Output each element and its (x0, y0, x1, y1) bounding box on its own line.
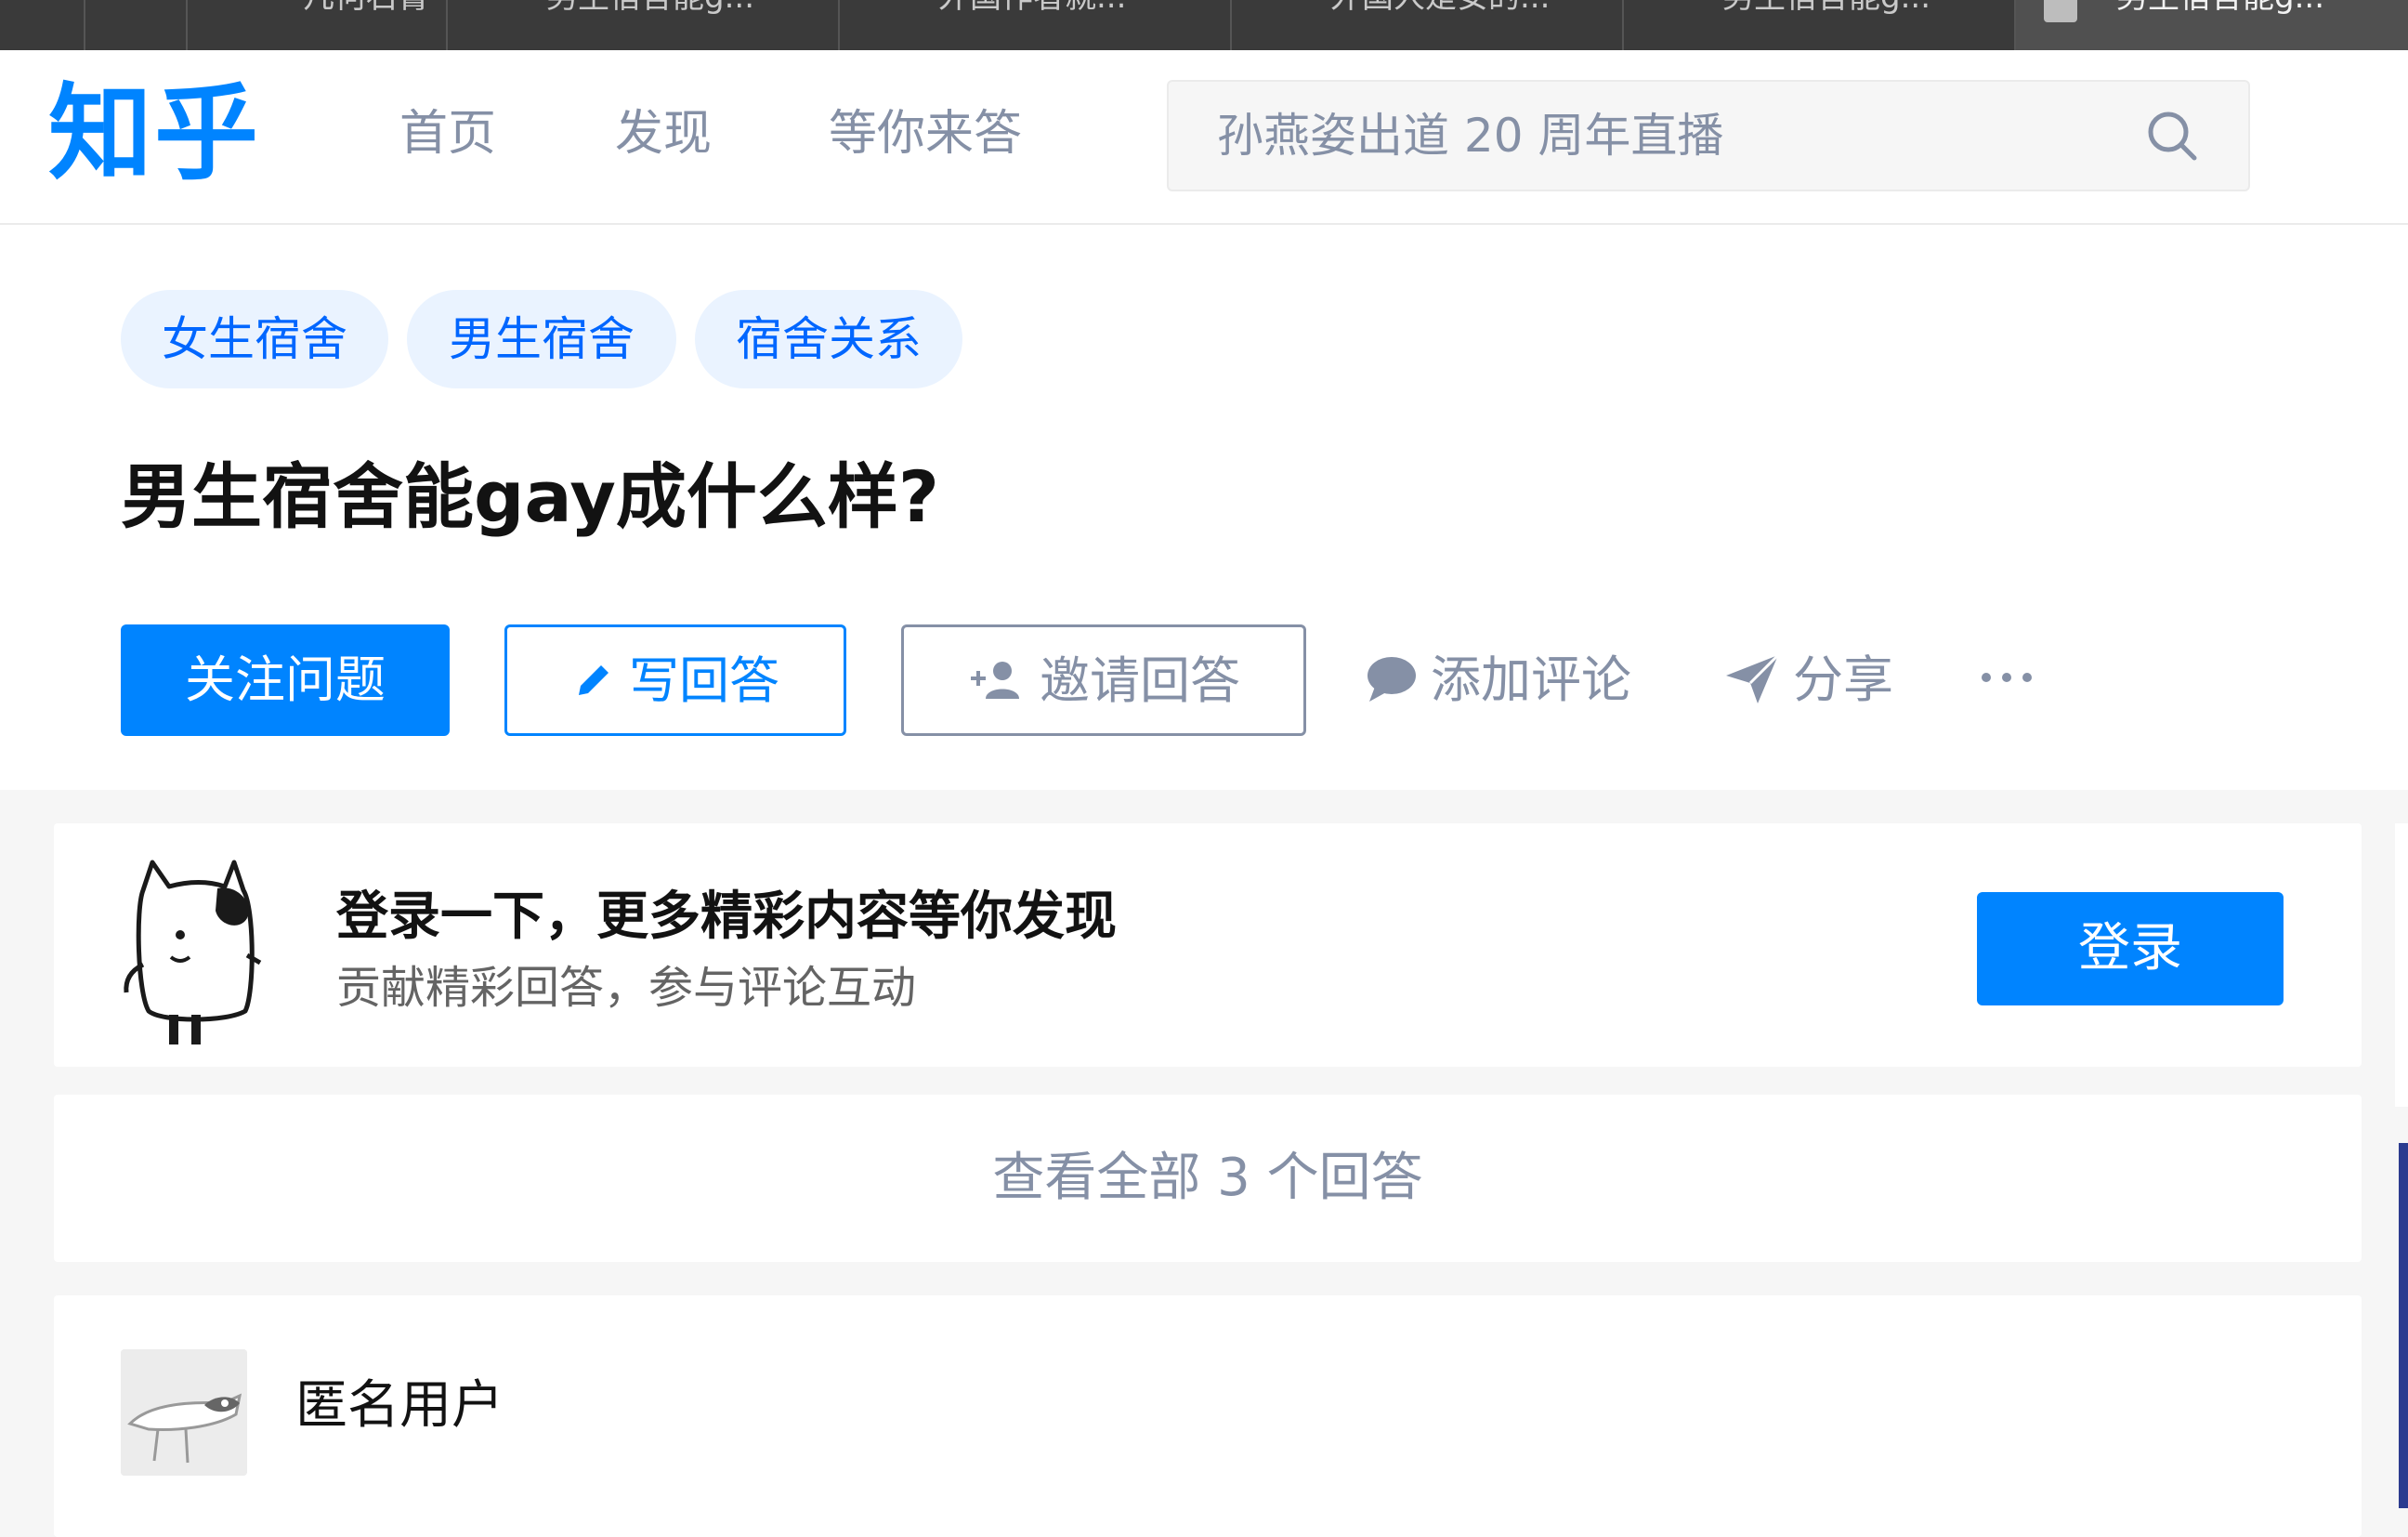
answer-card: 匿名用户 (54, 1295, 2362, 1537)
question-header: 女生宿舍 男生宿舍 宿舍关系 男生宿舍能gay成什么样? 关注问题 写回答 邀请… (0, 225, 2408, 790)
mascot-illustration (124, 860, 262, 1044)
view-all-answers-link[interactable]: 查看全部 3 个回答 (54, 1095, 2362, 1262)
login-prompt-title: 登录一下，更多精彩内容等你发现 (336, 887, 1117, 947)
nav-home[interactable]: 首页 (399, 104, 496, 164)
paper-plane-icon (1726, 654, 1780, 704)
browser-tab[interactable] (84, 0, 188, 50)
site-header: 知乎 首页 发现 等你来答 孙燕姿出道 20 周年直播 (0, 50, 2408, 225)
write-answer-button[interactable]: 写回答 (504, 624, 846, 736)
write-answer-label: 写回答 (629, 651, 779, 710)
add-user-icon (971, 662, 1019, 700)
anonymous-avatar-icon (121, 1349, 247, 1476)
browser-tab-label: 几何石膏 (188, 0, 448, 22)
question-title: 男生宿舍能gay成什么样? (121, 455, 939, 538)
share-label: 分享 (1793, 650, 1893, 709)
browser-tab[interactable]: 男生宿舍能g... (446, 0, 840, 50)
search-input[interactable]: 孙燕姿出道 20 周年直播 (1217, 82, 1723, 190)
comment-bubble-icon (1368, 657, 1416, 703)
browser-tab-active[interactable]: 男生宿舍能g... (2014, 0, 2408, 50)
avatar[interactable] (121, 1349, 247, 1476)
pencil-icon (579, 665, 609, 696)
invite-answer-label: 邀请回答 (1040, 651, 1240, 710)
topic-tag[interactable]: 宿舍关系 (695, 290, 962, 388)
browser-tab[interactable]: 外国人是安的... (1230, 0, 1624, 50)
search-box[interactable]: 孙燕姿出道 20 周年直播 (1167, 80, 2250, 191)
login-prompt-card: 登录一下，更多精彩内容等你发现 贡献精彩回答，参与评论互动 登录 (54, 823, 2362, 1067)
search-icon[interactable] (2146, 110, 2198, 162)
browser-tab[interactable]: 男生宿舍能g... (1622, 0, 2016, 50)
topic-tag[interactable]: 女生宿舍 (121, 290, 388, 388)
browser-tab-label: 男生宿舍能g... (448, 0, 840, 22)
add-comment-button[interactable]: 添加评论 (1366, 624, 1631, 736)
share-button[interactable]: 分享 (1724, 624, 1893, 736)
login-button[interactable]: 登录 (1977, 892, 2284, 1005)
add-comment-label: 添加评论 (1431, 650, 1631, 709)
zhihu-logo[interactable]: 知乎 (48, 69, 260, 199)
browser-tab-label: 外国人是安的... (1232, 0, 1624, 22)
browser-tab[interactable]: 外国作者就... (838, 0, 1232, 50)
follow-question-button[interactable]: 关注问题 (121, 624, 450, 736)
sidebar-edge (2395, 823, 2408, 1107)
tab-close-icon[interactable] (2044, 0, 2077, 22)
nav-discover[interactable]: 发现 (615, 104, 712, 164)
browser-tab-label: 外国作者就... (840, 0, 1232, 22)
login-prompt-subtitle: 贡献精彩回答，参与评论互动 (336, 962, 917, 1014)
topic-tag[interactable]: 男生宿舍 (407, 290, 676, 388)
more-options-icon[interactable] (1979, 663, 2035, 691)
nav-waiting-answers[interactable]: 等你来答 (829, 104, 1022, 164)
invite-answer-button[interactable]: 邀请回答 (901, 624, 1306, 736)
browser-tab[interactable]: 几何石膏 (186, 0, 448, 50)
browser-tab-label: 男生宿舍能g... (1624, 0, 2016, 22)
browser-tab-strip: 几何石膏 男生宿舍能g... 外国作者就... 外国人是安的... 男生宿舍能g… (0, 0, 2408, 50)
author-name[interactable]: 匿名用户 (295, 1373, 504, 1438)
sidebar-image-edge (2399, 1143, 2408, 1508)
view-all-answers-card[interactable]: 查看全部 3 个回答 (54, 1095, 2362, 1262)
